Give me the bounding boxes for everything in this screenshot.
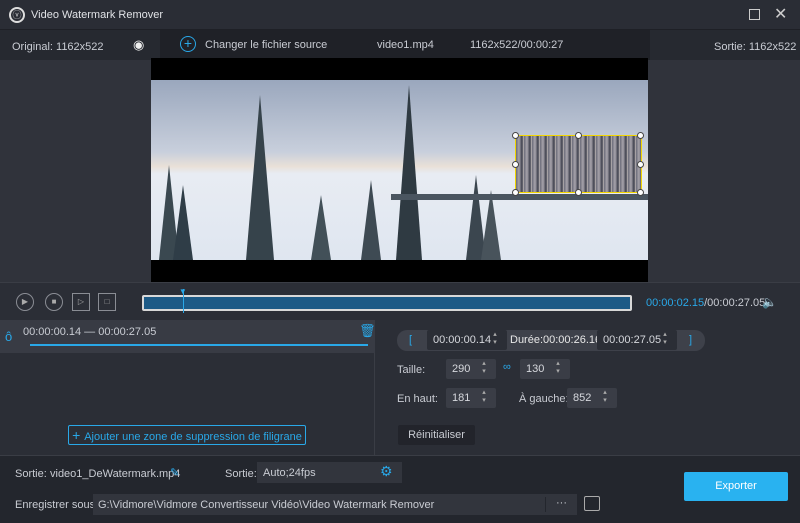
size-label: Taille: bbox=[397, 364, 426, 376]
maximize-button[interactable] bbox=[749, 9, 760, 20]
top-input[interactable]: 181 bbox=[446, 388, 496, 408]
output-format-value: Auto;24fps bbox=[263, 467, 316, 479]
volume-icon[interactable]: 🔈 bbox=[762, 295, 777, 309]
total-time: /00:00:27.05 bbox=[704, 297, 766, 309]
close-button[interactable]: ✕ bbox=[774, 4, 787, 24]
output-name-label: Sortie: bbox=[15, 468, 47, 480]
segment-bar[interactable] bbox=[30, 344, 368, 346]
set-start-bracket[interactable]: [ bbox=[409, 334, 412, 346]
app-logo-icon: ⓥ bbox=[9, 7, 25, 23]
duration-label: Durée:00:00:26.16 bbox=[510, 334, 602, 346]
height-input[interactable]: 130 bbox=[520, 359, 570, 379]
segment-range: 00:00:00.14 — 00:00:27.05 bbox=[23, 326, 157, 338]
browse-button[interactable]: ··· bbox=[545, 497, 577, 512]
delete-icon[interactable]: 🗑 bbox=[359, 323, 376, 339]
file-header: Original: 1162x522 ◉ + Changer le fichie… bbox=[0, 30, 800, 60]
save-as-label: Enregistrer sous: bbox=[15, 499, 99, 511]
zone-list-item[interactable]: ô 00:00:00.14 — 00:00:27.05 🗑 bbox=[0, 320, 376, 353]
width-input[interactable]: 290 bbox=[446, 359, 496, 379]
save-path-input[interactable]: G:\Vidmore\Vidmore Convertisseur Vidéo\V… bbox=[93, 494, 577, 515]
file-name: video1.mp4 bbox=[377, 39, 434, 51]
add-source-icon[interactable]: + bbox=[180, 36, 196, 52]
start-time-input[interactable]: 00:00:00.14 bbox=[427, 330, 507, 350]
output-file-name: video1_DeWatermark.mp4 bbox=[50, 468, 181, 480]
zone-settings-panel: [ 00:00:00.14 Durée:00:00:26.16 00:00:27… bbox=[375, 320, 800, 455]
stop-button[interactable]: ■ bbox=[45, 293, 63, 311]
set-start-button[interactable]: ▷ bbox=[72, 293, 90, 311]
add-zone-button[interactable]: + Ajouter une zone de suppression de fil… bbox=[68, 425, 306, 445]
edit-name-icon[interactable]: ✎ bbox=[170, 466, 179, 479]
current-time: 00:00:02.15 bbox=[646, 297, 705, 309]
toggle-preview-eye-icon[interactable]: ◉ bbox=[133, 37, 144, 53]
add-zone-label: Ajouter une zone de suppression de filig… bbox=[84, 431, 302, 443]
left-label: À gauche: bbox=[519, 393, 569, 405]
left-input[interactable]: 852 bbox=[567, 388, 617, 408]
link-ratio-icon[interactable]: ∞ bbox=[503, 361, 511, 373]
save-path-value: G:\Vidmore\Vidmore Convertisseur Vidéo\V… bbox=[98, 499, 435, 511]
change-source-button[interactable]: Changer le fichier source bbox=[205, 39, 327, 51]
time-range-bar: [ 00:00:00.14 Durée:00:00:26.16 00:00:27… bbox=[397, 330, 705, 351]
set-end-button[interactable]: □ bbox=[98, 293, 116, 311]
zone-list-panel: ô 00:00:00.14 — 00:00:27.05 🗑 + Ajouter … bbox=[0, 320, 376, 455]
export-button[interactable]: Exporter bbox=[684, 472, 788, 501]
reset-button[interactable]: Réinitialiser bbox=[398, 425, 475, 445]
playhead[interactable]: ▼ bbox=[179, 287, 187, 313]
output-format-label: Sortie: bbox=[225, 468, 257, 480]
set-end-bracket[interactable]: ] bbox=[689, 334, 692, 346]
play-button[interactable]: ▶ bbox=[16, 293, 34, 311]
open-folder-icon[interactable] bbox=[584, 496, 600, 511]
plus-icon: + bbox=[72, 427, 85, 443]
file-info: 1162x522/00:00:27 bbox=[470, 39, 564, 51]
output-size: Sortie: 1162x522 bbox=[714, 41, 797, 53]
output-bar: Sortie: video1_DeWatermark.mp4 ✎ Sortie:… bbox=[0, 455, 800, 523]
timeline-track[interactable] bbox=[142, 295, 632, 311]
watermark-selection-box[interactable] bbox=[512, 132, 644, 196]
original-size: Original: 1162x522 bbox=[12, 41, 104, 53]
end-time-input[interactable]: 00:00:27.05 bbox=[597, 330, 677, 350]
title-bar: ⓥ Video Watermark Remover ✕ bbox=[0, 0, 800, 30]
watermark-zone-icon: ô bbox=[5, 329, 13, 344]
app-title: Video Watermark Remover bbox=[31, 9, 164, 21]
output-format-select[interactable]: Auto;24fps ⚙ bbox=[257, 462, 402, 483]
settings-gear-icon[interactable]: ⚙ bbox=[380, 463, 393, 480]
top-label: En haut: bbox=[397, 393, 438, 405]
